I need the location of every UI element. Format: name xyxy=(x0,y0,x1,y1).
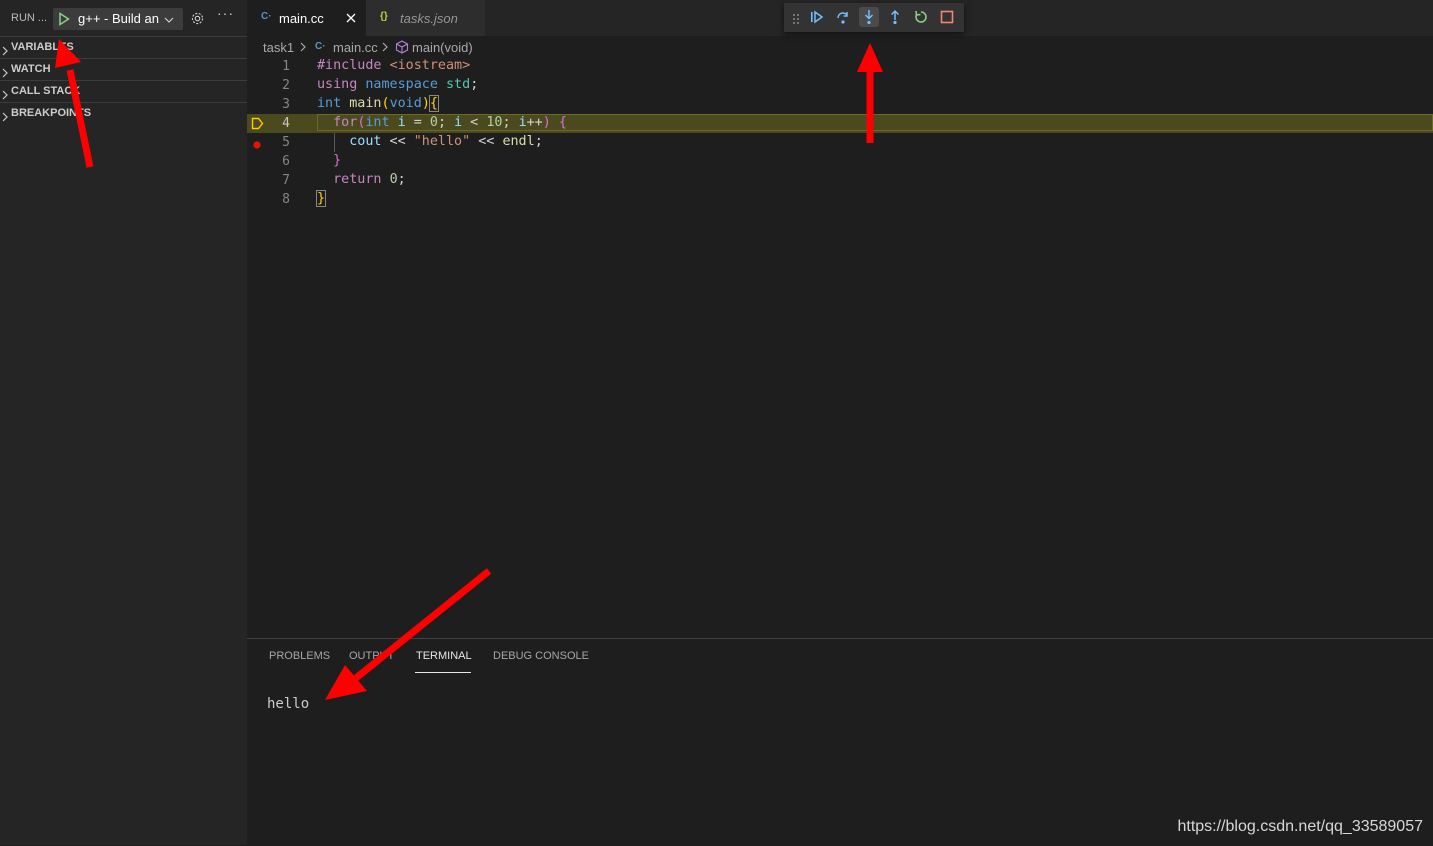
section-call-stack[interactable]: CALL STACK xyxy=(0,80,247,102)
tab-label: tasks.json xyxy=(400,11,458,26)
drag-handle-icon[interactable] xyxy=(792,12,800,24)
code-text: #include <iostream> xyxy=(317,58,471,73)
chevron-down-icon xyxy=(163,13,175,31)
section-label: WATCH xyxy=(11,63,51,75)
code-line: 7 return 0; xyxy=(247,171,1433,190)
sidebar-header: RUN ... g++ - Build an ··· xyxy=(0,0,247,36)
step-over-button[interactable] xyxy=(833,7,853,27)
section-label: CALL STACK xyxy=(11,85,81,97)
line-number: 4 xyxy=(282,116,290,131)
restart-button[interactable] xyxy=(911,7,931,27)
line-number: 7 xyxy=(282,173,290,188)
section-variables[interactable]: VARIABLES xyxy=(0,36,247,58)
breadcrumb-folder[interactable]: task1 xyxy=(263,40,294,55)
code-text: cout << "hello" << endl; xyxy=(349,134,543,149)
cube-icon xyxy=(395,40,409,57)
run-config-dropdown[interactable]: g++ - Build an xyxy=(53,8,183,30)
code-line: 8 } xyxy=(247,190,1433,209)
tab-tasks-json[interactable]: {} tasks.json xyxy=(366,0,485,36)
line-number: 2 xyxy=(282,78,290,93)
start-debugging-icon[interactable] xyxy=(58,12,70,31)
code-text: } xyxy=(333,153,342,168)
code-editor[interactable]: 1 #include <iostream> 2 using namespace … xyxy=(247,57,1433,637)
code-line: 2 using namespace std; xyxy=(247,76,1433,95)
chevron-right-icon xyxy=(381,41,389,56)
bottom-panel: PROBLEMS OUTPUT TERMINAL DEBUG CONSOLE h… xyxy=(247,638,1433,846)
tab-label: main.cc xyxy=(279,11,324,26)
watermark: https://blog.csdn.net/qq_33589057 xyxy=(1177,818,1423,835)
chevron-right-icon xyxy=(299,41,307,56)
line-number: 6 xyxy=(282,154,290,169)
stop-button[interactable] xyxy=(937,7,957,27)
tab-terminal[interactable]: TERMINAL xyxy=(416,650,472,662)
code-text: } xyxy=(315,190,327,207)
code-line: 6 } xyxy=(247,152,1433,171)
section-label: VARIABLES xyxy=(11,41,74,53)
json-file-icon: {} xyxy=(380,11,388,22)
breadcrumb-symbol[interactable]: main(void) xyxy=(412,40,473,55)
debug-toolbar xyxy=(784,3,964,32)
continue-button[interactable] xyxy=(807,7,827,27)
step-into-button[interactable] xyxy=(859,7,879,27)
active-tab-indicator xyxy=(415,672,471,673)
line-number: 5 xyxy=(282,135,290,150)
tab-output[interactable]: OUTPUT xyxy=(349,650,394,662)
code-line: 3 int main(void){ xyxy=(247,95,1433,114)
step-out-button[interactable] xyxy=(885,7,905,27)
code-line-current: 4 for(int i = 0; i < 10; i++) { xyxy=(247,114,1433,133)
close-icon[interactable] xyxy=(345,11,357,29)
code-line: 1 #include <iostream> xyxy=(247,57,1433,76)
debug-sidebar: RUN ... g++ - Build an ··· VARIABLES WAT… xyxy=(0,0,247,845)
cpp-file-icon: C· xyxy=(261,11,272,22)
line-number: 8 xyxy=(282,192,290,207)
tab-main-cc[interactable]: C· main.cc xyxy=(247,0,366,36)
section-watch[interactable]: WATCH xyxy=(0,58,247,80)
section-breakpoints[interactable]: BREAKPOINTS xyxy=(0,102,247,124)
breadcrumb-file[interactable]: main.cc xyxy=(333,40,378,55)
tab-debug-console[interactable]: DEBUG CONSOLE xyxy=(493,650,589,662)
code-text: int main(void){ xyxy=(317,95,439,112)
line-number: 1 xyxy=(282,59,290,74)
code-line: 5 cout << "hello" << endl; xyxy=(247,133,1433,152)
cpp-file-icon: C· xyxy=(315,41,326,52)
sidebar-title: RUN ... xyxy=(11,12,48,24)
code-text: return 0; xyxy=(333,172,406,187)
code-text: using namespace std; xyxy=(317,77,479,92)
tab-problems[interactable]: PROBLEMS xyxy=(269,650,330,662)
more-actions-icon[interactable]: ··· xyxy=(217,5,234,21)
section-label: BREAKPOINTS xyxy=(11,107,92,119)
terminal-output[interactable]: hello xyxy=(267,696,309,712)
chevron-right-icon xyxy=(1,109,9,127)
line-number: 3 xyxy=(282,97,290,112)
run-config-label: g++ - Build an xyxy=(78,11,159,26)
gear-icon[interactable] xyxy=(190,11,205,31)
code-text: for(int i = 0; i < 10; i++) { xyxy=(333,115,567,130)
